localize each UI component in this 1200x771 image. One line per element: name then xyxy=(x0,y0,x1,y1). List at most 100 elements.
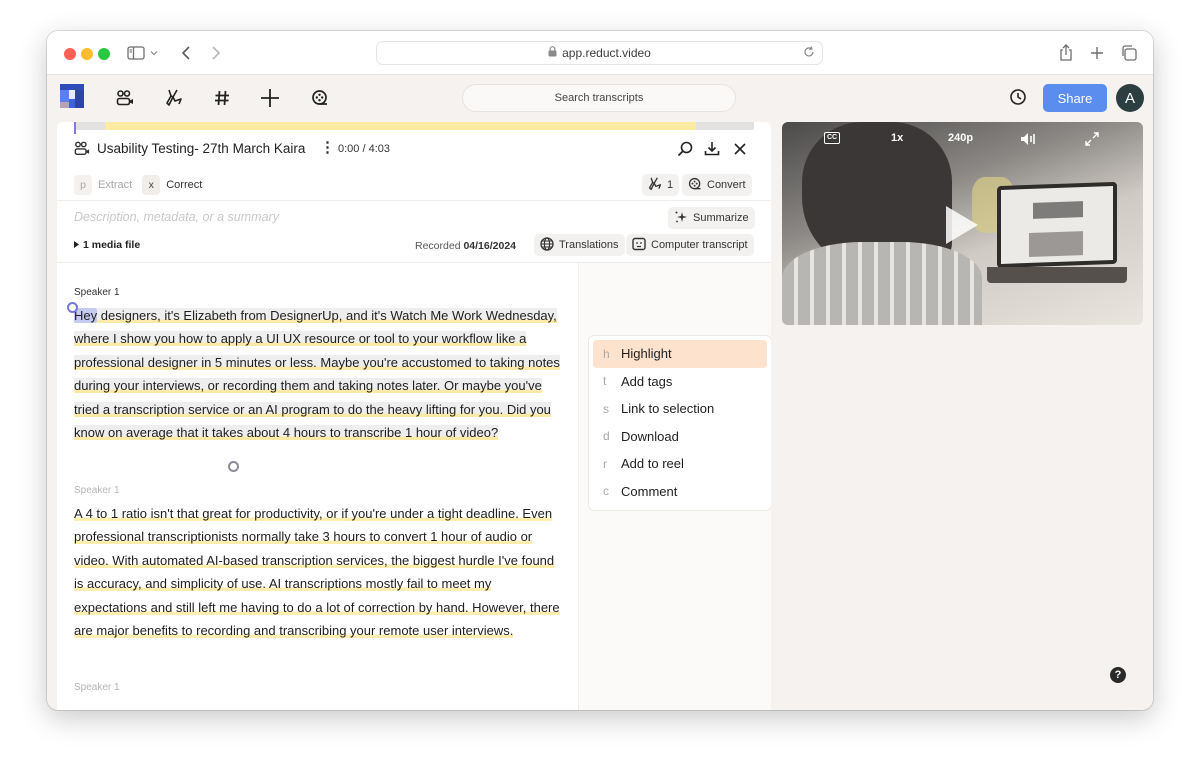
quality-button[interactable]: 240p xyxy=(948,132,973,144)
reel-icon xyxy=(688,177,702,194)
browser-toolbar: app.reduct.video xyxy=(47,31,1153,75)
extract-mode-label: Extract xyxy=(98,179,133,191)
zoom-window-button[interactable] xyxy=(98,48,110,60)
url-text: app.reduct.video xyxy=(562,46,651,60)
recorded-date: Recorded 04/16/2024 xyxy=(415,240,516,252)
lock-icon xyxy=(548,46,557,60)
reload-icon[interactable] xyxy=(802,45,816,62)
transcript-document-panel: Usability Testing- 27th March Kaira ⋮ 0:… xyxy=(57,122,771,710)
volume-icon[interactable] xyxy=(1020,132,1036,146)
menu-item-download[interactable]: d Download xyxy=(593,423,767,451)
video-player[interactable]: CC 1x 240p xyxy=(782,122,1143,325)
caret-right-icon xyxy=(74,239,79,251)
playback-speed-button[interactable]: 1x xyxy=(891,132,903,144)
menu-item-add-tags[interactable]: t Add tags xyxy=(593,368,767,396)
share-page-icon[interactable] xyxy=(1059,43,1073,63)
menu-item-label: Add to reel xyxy=(621,456,684,472)
sidebar-toggle-icon[interactable] xyxy=(127,43,145,63)
reel-icon[interactable] xyxy=(309,87,331,109)
playback-time: 0:00 / 4:03 xyxy=(338,143,390,155)
people-video-icon[interactable] xyxy=(114,87,136,109)
transcript-paragraph[interactable]: Hey designers, it's Elizabeth from Desig… xyxy=(74,304,564,444)
new-tab-icon[interactable] xyxy=(1090,43,1104,63)
video-frame-detail xyxy=(782,242,982,325)
recorded-date-value: 04/16/2024 xyxy=(463,240,517,252)
speaker-label[interactable]: Speaker 1 xyxy=(74,287,120,298)
document-header: Usability Testing- 27th March Kaira ⋮ 0:… xyxy=(57,137,771,167)
close-icon[interactable] xyxy=(730,139,750,159)
globe-icon xyxy=(540,236,554,254)
menu-item-link-to-selection[interactable]: s Link to selection xyxy=(593,395,767,423)
captions-button[interactable]: CC xyxy=(824,132,841,144)
fullscreen-icon[interactable] xyxy=(1085,132,1099,146)
media-files-toggle[interactable]: 1 media file xyxy=(74,239,140,251)
reduct-logo[interactable] xyxy=(60,84,84,108)
search-icon[interactable] xyxy=(675,139,695,159)
speaker-label[interactable]: Speaker 1 xyxy=(74,485,120,496)
media-timeline[interactable] xyxy=(74,122,754,130)
selection-start-handle[interactable] xyxy=(67,302,78,313)
correct-shortcut-key: x xyxy=(142,175,161,195)
selection-end-handle[interactable] xyxy=(228,461,239,472)
menu-item-label: Add tags xyxy=(621,373,673,389)
document-title[interactable]: Usability Testing- 27th March Kaira xyxy=(97,141,305,156)
selected-word[interactable]: Hey xyxy=(74,308,98,323)
play-icon[interactable] xyxy=(946,206,978,244)
timeline-unhighlighted-segment xyxy=(74,122,105,130)
history-clock-icon[interactable] xyxy=(1009,88,1027,111)
translations-label: Translations xyxy=(559,239,619,251)
timeline-unhighlighted-segment xyxy=(696,122,754,130)
menu-item-label: Link to selection xyxy=(621,401,715,417)
menu-item-label: Download xyxy=(621,428,679,444)
hashtag-icon[interactable] xyxy=(211,87,233,109)
correct-mode-button[interactable]: x Correct xyxy=(142,175,212,195)
address-bar[interactable]: app.reduct.video xyxy=(376,41,823,65)
menu-item-comment[interactable]: c Comment xyxy=(593,478,767,506)
summarize-label: Summarize xyxy=(693,212,749,224)
share-button[interactable]: Share xyxy=(1043,84,1107,112)
help-icon[interactable]: ? xyxy=(1110,667,1126,683)
back-icon[interactable] xyxy=(181,43,191,63)
chevron-down-icon[interactable] xyxy=(150,43,158,63)
translations-button[interactable]: Translations xyxy=(534,234,625,256)
convert-button[interactable]: Convert xyxy=(682,174,752,196)
speaker-label[interactable]: Speaker 1 xyxy=(74,682,120,693)
extract-shortcut-key: p xyxy=(74,175,92,195)
tab-overview-icon[interactable] xyxy=(1121,43,1137,63)
interview-icon xyxy=(74,141,90,161)
browser-window: app.reduct.video Search transcripts Shar… xyxy=(47,31,1153,710)
highlights-count-button[interactable]: 1 xyxy=(642,174,680,196)
correct-mode-label: Correct xyxy=(166,179,203,191)
shortcut-key: t xyxy=(603,374,607,389)
minimize-window-button[interactable] xyxy=(81,48,93,60)
shortcut-key: d xyxy=(603,429,610,444)
transcript-body[interactable]: Speaker 1 Hey designers, it's Elizabeth … xyxy=(57,263,578,710)
menu-item-add-to-reel[interactable]: r Add to reel xyxy=(593,450,767,478)
download-icon[interactable] xyxy=(702,139,722,159)
computer-transcript-button[interactable]: Computer transcript xyxy=(626,234,754,256)
edit-mode-row: p Extract x Correct xyxy=(74,174,212,196)
search-transcripts-placeholder: Search transcripts xyxy=(554,92,644,104)
close-window-button[interactable] xyxy=(64,48,76,60)
cc-icon: CC xyxy=(824,132,841,144)
plus-icon[interactable] xyxy=(259,87,281,109)
transcript-paragraph[interactable]: A 4 to 1 ratio isn't that great for prod… xyxy=(74,502,564,642)
description-input[interactable] xyxy=(74,210,574,224)
user-avatar[interactable]: A xyxy=(1116,84,1144,112)
app-header: Search transcripts Share A xyxy=(47,76,1153,122)
forward-icon[interactable] xyxy=(211,43,221,63)
media-files-label: 1 media file xyxy=(83,239,141,251)
menu-item-highlight[interactable]: h Highlight xyxy=(593,340,767,368)
search-transcripts-input[interactable]: Search transcripts xyxy=(462,84,736,112)
highlighter-icon[interactable] xyxy=(163,87,185,109)
highlighted-text[interactable]: A 4 to 1 ratio isn't that great for prod… xyxy=(74,506,560,639)
sparkle-icon xyxy=(674,210,688,227)
shortcut-key: s xyxy=(603,401,609,416)
robot-face-icon xyxy=(632,237,646,254)
extract-mode-button[interactable]: p Extract xyxy=(74,175,142,195)
summarize-button[interactable]: Summarize xyxy=(668,207,755,229)
more-options-icon[interactable]: ⋮ xyxy=(320,140,335,156)
computer-transcript-label: Computer transcript xyxy=(651,239,748,251)
playhead[interactable] xyxy=(74,122,76,134)
video-frame-detail xyxy=(997,181,1117,269)
